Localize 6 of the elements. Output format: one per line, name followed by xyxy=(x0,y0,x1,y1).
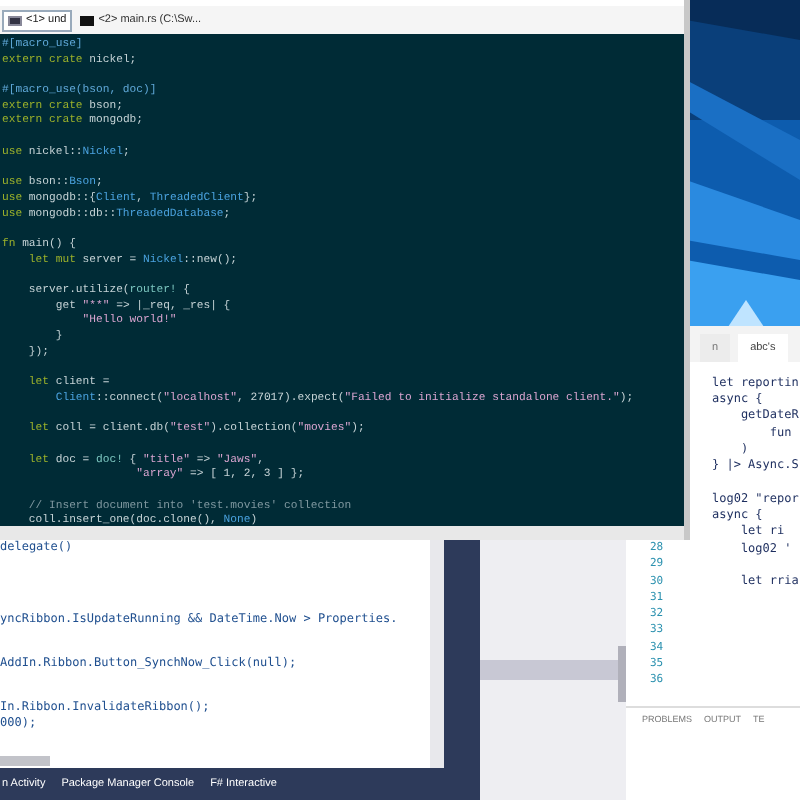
scrollbar-thumb[interactable] xyxy=(480,660,624,680)
scrollbar[interactable] xyxy=(430,540,444,768)
console-icon xyxy=(8,15,22,25)
console-icon xyxy=(80,15,95,25)
scrollbar-thumb[interactable] xyxy=(618,646,626,702)
scrollbar-thumb[interactable] xyxy=(0,756,50,766)
